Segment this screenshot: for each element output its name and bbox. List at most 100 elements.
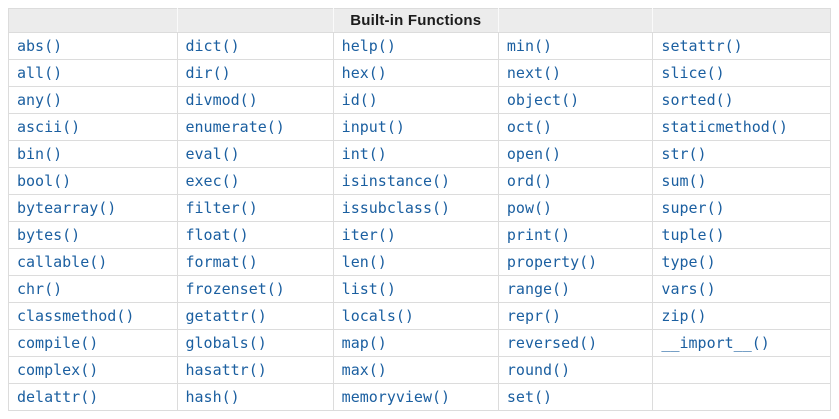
table-row: chr() frozenset() list() range() vars() bbox=[8, 275, 831, 303]
builtin-function-link[interactable]: enumerate() bbox=[186, 118, 285, 136]
builtin-function-link[interactable]: locals() bbox=[342, 307, 414, 325]
builtin-function-link[interactable]: tuple() bbox=[661, 226, 724, 244]
header-cell-empty bbox=[176, 8, 334, 33]
builtin-function-link[interactable]: bin() bbox=[17, 145, 62, 163]
builtin-function-link[interactable]: id() bbox=[342, 91, 378, 109]
builtin-function-link[interactable]: chr() bbox=[17, 280, 62, 298]
builtin-function-link[interactable]: complex() bbox=[17, 361, 98, 379]
builtin-function-link[interactable]: memoryview() bbox=[342, 388, 450, 406]
table-cell: staticmethod() bbox=[652, 113, 831, 141]
table-cell: pow() bbox=[497, 194, 654, 222]
table-row: any() divmod() id() object() sorted() bbox=[8, 86, 831, 114]
builtin-function-link[interactable]: set() bbox=[507, 388, 552, 406]
builtin-function-link[interactable]: dir() bbox=[186, 64, 231, 82]
builtin-function-link[interactable]: __import__() bbox=[661, 334, 769, 352]
table-cell: super() bbox=[652, 194, 831, 222]
builtin-function-link[interactable]: pow() bbox=[507, 199, 552, 217]
builtin-function-link[interactable]: isinstance() bbox=[342, 172, 450, 190]
builtin-function-link[interactable]: bool() bbox=[17, 172, 71, 190]
table-header-row: Built-in Functions bbox=[8, 8, 831, 33]
table-cell: enumerate() bbox=[176, 113, 334, 141]
builtin-function-link[interactable]: property() bbox=[507, 253, 597, 271]
builtin-function-link[interactable]: range() bbox=[507, 280, 570, 298]
builtin-function-link[interactable]: any() bbox=[17, 91, 62, 109]
table-row: compile() globals() map() reversed() __impor… bbox=[8, 329, 831, 357]
table-cell: map() bbox=[332, 329, 499, 357]
builtin-function-link[interactable]: round() bbox=[507, 361, 570, 379]
builtin-function-link[interactable]: input() bbox=[342, 118, 405, 136]
table-cell: print() bbox=[497, 221, 654, 249]
builtin-function-link[interactable]: slice() bbox=[661, 64, 724, 82]
builtin-function-link[interactable]: dict() bbox=[186, 37, 240, 55]
table-cell: divmod() bbox=[176, 86, 334, 114]
builtin-function-link[interactable]: compile() bbox=[17, 334, 98, 352]
table-row: bytearray() filter() issubclass() pow() supe… bbox=[8, 194, 831, 222]
builtin-function-link[interactable]: vars() bbox=[661, 280, 715, 298]
table-cell: callable() bbox=[8, 248, 178, 276]
builtin-function-link[interactable]: oct() bbox=[507, 118, 552, 136]
builtin-function-link[interactable]: max() bbox=[342, 361, 387, 379]
builtin-function-link[interactable]: float() bbox=[186, 226, 249, 244]
builtin-function-link[interactable]: bytes() bbox=[17, 226, 80, 244]
builtin-function-link[interactable]: all() bbox=[17, 64, 62, 82]
builtin-function-link[interactable]: ascii() bbox=[17, 118, 80, 136]
builtin-function-link[interactable]: object() bbox=[507, 91, 579, 109]
table-cell: float() bbox=[176, 221, 334, 249]
builtin-function-link[interactable]: sorted() bbox=[661, 91, 733, 109]
table-cell: slice() bbox=[652, 59, 831, 87]
builtin-function-link[interactable]: format() bbox=[186, 253, 258, 271]
builtin-function-link[interactable]: map() bbox=[342, 334, 387, 352]
builtin-function-link[interactable]: len() bbox=[342, 253, 387, 271]
header-cell-empty bbox=[497, 8, 654, 33]
builtin-function-link[interactable]: exec() bbox=[186, 172, 240, 190]
builtin-function-link[interactable]: hash() bbox=[186, 388, 240, 406]
builtin-function-link[interactable]: zip() bbox=[661, 307, 706, 325]
builtin-function-link[interactable]: str() bbox=[661, 145, 706, 163]
builtin-function-link[interactable]: frozenset() bbox=[186, 280, 285, 298]
builtin-function-link[interactable]: classmethod() bbox=[17, 307, 134, 325]
builtin-function-link[interactable]: eval() bbox=[186, 145, 240, 163]
table-row: bool() exec() isinstance() ord() sum() bbox=[8, 167, 831, 195]
table-title: Built-in Functions bbox=[332, 8, 499, 33]
builtin-function-link[interactable]: filter() bbox=[186, 199, 258, 217]
builtin-function-link[interactable]: abs() bbox=[17, 37, 62, 55]
table-body: abs() dict() help() min() setattr() all() dir(… bbox=[8, 32, 831, 411]
table-cell: filter() bbox=[176, 194, 334, 222]
table-cell: bytes() bbox=[8, 221, 178, 249]
builtin-function-link[interactable]: setattr() bbox=[661, 37, 742, 55]
builtin-function-link[interactable]: sum() bbox=[661, 172, 706, 190]
builtin-function-link[interactable]: callable() bbox=[17, 253, 107, 271]
builtin-function-link[interactable]: super() bbox=[661, 199, 724, 217]
builtin-function-link[interactable]: getattr() bbox=[186, 307, 267, 325]
builtin-function-link[interactable]: type() bbox=[661, 253, 715, 271]
header-cell-empty bbox=[8, 8, 178, 33]
table-cell: ascii() bbox=[8, 113, 178, 141]
table-cell: eval() bbox=[176, 140, 334, 168]
builtin-function-link[interactable]: print() bbox=[507, 226, 570, 244]
builtin-function-link[interactable]: help() bbox=[342, 37, 396, 55]
builtin-function-link[interactable]: divmod() bbox=[186, 91, 258, 109]
table-cell: reversed() bbox=[497, 329, 654, 357]
table-cell: sum() bbox=[652, 167, 831, 195]
builtin-function-link[interactable]: repr() bbox=[507, 307, 561, 325]
table-cell: any() bbox=[8, 86, 178, 114]
builtin-function-link[interactable]: staticmethod() bbox=[661, 118, 787, 136]
builtin-function-link[interactable]: hasattr() bbox=[186, 361, 267, 379]
builtin-function-link[interactable]: reversed() bbox=[507, 334, 597, 352]
table-cell: issubclass() bbox=[332, 194, 499, 222]
builtin-function-link[interactable]: list() bbox=[342, 280, 396, 298]
builtin-function-link[interactable]: next() bbox=[507, 64, 561, 82]
table-cell: frozenset() bbox=[176, 275, 334, 303]
builtin-function-link[interactable]: delattr() bbox=[17, 388, 98, 406]
builtin-function-link[interactable]: open() bbox=[507, 145, 561, 163]
table-cell: bool() bbox=[8, 167, 178, 195]
builtin-function-link[interactable]: iter() bbox=[342, 226, 396, 244]
builtin-function-link[interactable]: globals() bbox=[186, 334, 267, 352]
builtin-function-link[interactable]: bytearray() bbox=[17, 199, 116, 217]
builtin-function-link[interactable]: min() bbox=[507, 37, 552, 55]
table-cell: all() bbox=[8, 59, 178, 87]
builtin-function-link[interactable]: issubclass() bbox=[342, 199, 450, 217]
builtin-function-link[interactable]: int() bbox=[342, 145, 387, 163]
builtin-function-link[interactable]: ord() bbox=[507, 172, 552, 190]
builtin-function-link[interactable]: hex() bbox=[342, 64, 387, 82]
